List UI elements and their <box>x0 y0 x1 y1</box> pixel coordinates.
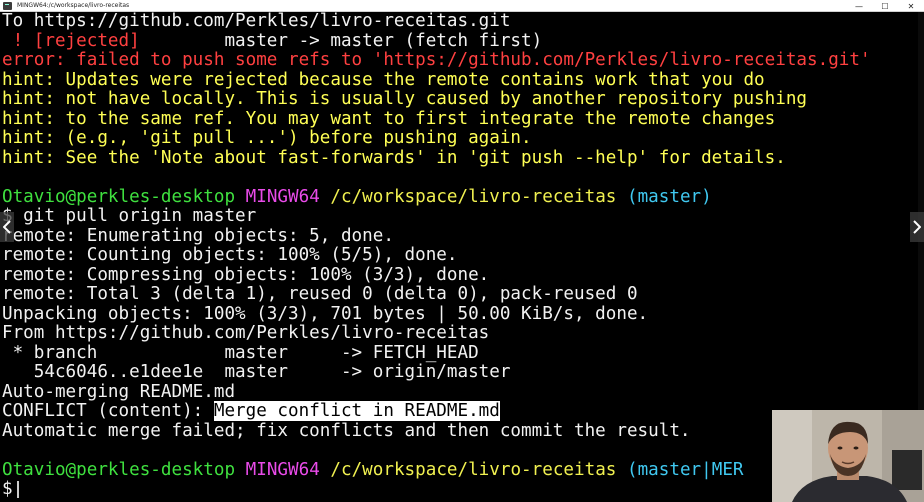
chevron-right-icon <box>913 220 921 234</box>
prompt-branch: (master|MER <box>626 459 744 480</box>
window-title: MINGW64:/c/workspace/livro-receitas <box>17 2 130 9</box>
hint-line: hint: (e.g., 'git pull ...') before push… <box>2 128 532 148</box>
close-button[interactable]: ✕ <box>898 0 924 12</box>
push-error-line: error: failed to push some refs to 'http… <box>2 50 871 70</box>
hint-line: hint: not have locally. This is usually … <box>2 89 808 109</box>
conflict-prefix: CONFLICT (content): <box>2 401 214 421</box>
pull-output-line: From https://github.com/Perkles/livro-re… <box>2 323 490 343</box>
pull-output-line: Unpacking objects: 100% (3/3), 701 bytes… <box>2 303 649 324</box>
pull-output-line: remote: Compressing objects: 100% (3/3),… <box>2 264 490 285</box>
rejected-line: ! [rejected] master -> master (fetch fir… <box>2 30 543 51</box>
conflict-highlight: Merge conflict in README.md <box>213 401 500 421</box>
command-line: $ git pull origin master <box>2 206 257 226</box>
next-slide-button[interactable] <box>910 212 924 242</box>
merge-failed-line: Automatic merge failed; fix conflicts an… <box>2 420 691 441</box>
pull-output-line: remote: Counting objects: 100% (5/5), do… <box>2 245 458 265</box>
chevron-left-icon <box>3 220 11 234</box>
hint-line: hint: Updates were rejected because the … <box>2 69 765 90</box>
prompt-shell: MINGW64 <box>245 459 320 480</box>
pull-output-line: Auto-merging README.md <box>2 381 236 402</box>
prompt-symbol: $ <box>2 479 13 499</box>
prompt-user-host: Otavio@perkles-desktop <box>2 459 236 480</box>
prompt-path: /c/workspace/livro-receitas <box>330 459 617 480</box>
pull-output-line: remote: Total 3 (delta 1), reused 0 (del… <box>2 284 638 304</box>
window-controls: — ☐ ✕ <box>846 0 924 12</box>
presenter-video <box>772 410 924 502</box>
shell-prompt: Otavio@perkles-desktop MINGW64 /c/worksp… <box>2 186 712 207</box>
prompt-path: /c/workspace/livro-receitas <box>330 186 617 207</box>
rejected-refs: master -> master (fetch first) <box>139 30 543 51</box>
prompt-user-host: Otavio@perkles-desktop <box>2 186 236 207</box>
pull-output-line: 54c6046..e1dee1e master -> origin/master <box>2 362 511 382</box>
pull-output-line: remote: Enumerating objects: 5, done. <box>2 225 394 246</box>
conflict-line: CONFLICT (content): Merge conflict in RE… <box>2 401 500 421</box>
hint-line: hint: to the same ref. You may want to f… <box>2 108 776 129</box>
window-titlebar[interactable]: MINGW64:/c/workspace/livro-receitas — ☐ … <box>0 0 924 12</box>
text-cursor <box>16 480 19 498</box>
previous-slide-button[interactable] <box>0 212 14 242</box>
maximize-button[interactable]: ☐ <box>872 0 898 12</box>
input-prompt[interactable]: $ <box>2 480 19 499</box>
prompt-branch: (master) <box>626 186 712 207</box>
push-target-line: To https://github.com/Perkles/livro-rece… <box>2 12 511 31</box>
terminal-app-icon <box>3 1 12 10</box>
minimize-button[interactable]: — <box>846 0 872 12</box>
rejected-flag: ! [rejected] <box>2 30 140 51</box>
prompt-shell: MINGW64 <box>245 186 320 207</box>
hint-line: hint: See the 'Note about fast-forwards'… <box>2 147 786 168</box>
pull-output-line: * branch master -> FETCH_HEAD <box>2 342 479 363</box>
webcam-overlay <box>772 410 924 502</box>
shell-prompt: Otavio@perkles-desktop MINGW64 /c/worksp… <box>2 459 744 480</box>
